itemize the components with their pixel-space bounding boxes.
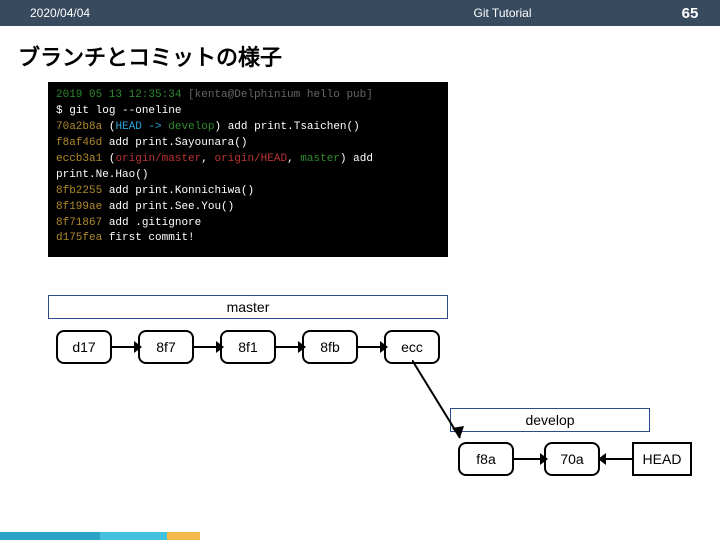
terminal-prompt: $ xyxy=(56,105,63,117)
arrow-head-icon xyxy=(298,341,306,353)
commit-node: 8fb xyxy=(302,330,358,364)
commit-node: ecc xyxy=(384,330,440,364)
terminal-output: 2019 05 13 12:35:34 [kenta@Delphinium he… xyxy=(48,82,448,257)
commit-node: 8f1 xyxy=(220,330,276,364)
log-line: 70a2b8a (HEAD -> develop) add print.Tsai… xyxy=(56,120,440,136)
terminal-prompt-line: 2019 05 13 12:35:34 [kenta@Delphinium he… xyxy=(56,88,440,104)
commit-node: f8a xyxy=(458,442,514,476)
commit-node: 8f7 xyxy=(138,330,194,364)
terminal-timestamp: 2019 05 13 12:35:34 xyxy=(56,89,181,101)
log-line: 8f71867 add .gitignore xyxy=(56,216,440,232)
arrow-head-icon xyxy=(598,453,606,465)
arrow-head-icon xyxy=(540,453,548,465)
terminal-command: git log --oneline xyxy=(69,105,181,117)
terminal-userhost: [kenta@Delphinium hello pub] xyxy=(188,89,373,101)
head-label: HEAD xyxy=(632,442,692,476)
branch-label-master: master xyxy=(48,295,448,319)
header-date: 2020/04/04 xyxy=(0,6,345,20)
log-line: f8af46d add print.Sayounara() xyxy=(56,136,440,152)
commit-node: d17 xyxy=(56,330,112,364)
arrow-head-icon xyxy=(216,341,224,353)
terminal-command-line: $ git log --oneline xyxy=(56,104,440,120)
log-line: d175fea first commit! xyxy=(56,231,440,247)
arrow-head-icon xyxy=(134,341,142,353)
slide-title: ブランチとコミットの様子 xyxy=(0,26,720,82)
log-line: 8f199ae add print.See.You() xyxy=(56,200,440,216)
commit-node: 70a xyxy=(544,442,600,476)
arrow-head-icon xyxy=(380,341,388,353)
footer-accent xyxy=(0,532,200,540)
header-page: 65 xyxy=(660,5,720,22)
log-line: 8fb2255 add print.Konnichiwa() xyxy=(56,184,440,200)
arrow-diagonal-icon xyxy=(412,360,472,450)
slide-header: 2020/04/04 Git Tutorial 65 xyxy=(0,0,720,26)
branch-label-develop: develop xyxy=(450,408,650,432)
log-line: eccb3a1 (origin/master, origin/HEAD, mas… xyxy=(56,152,440,184)
header-title: Git Tutorial xyxy=(345,6,660,20)
